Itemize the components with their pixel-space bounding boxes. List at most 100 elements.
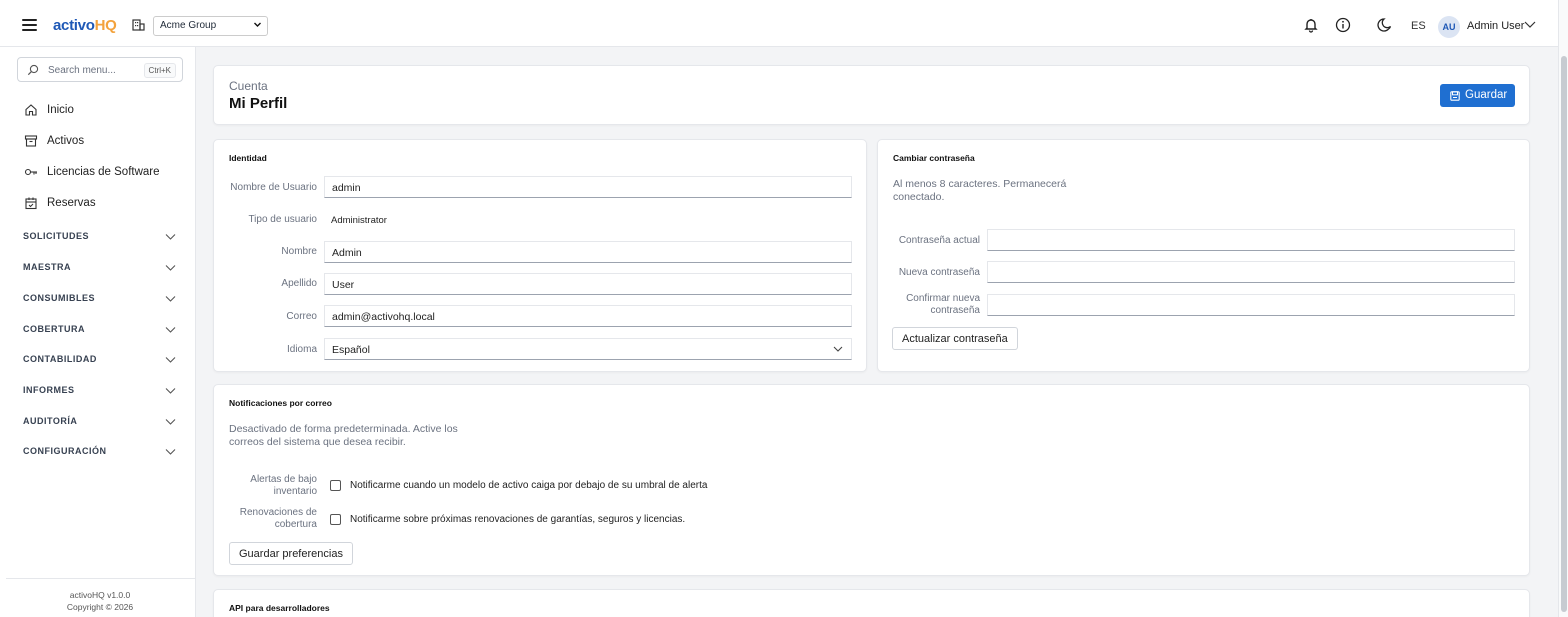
- page-header: Cuenta Mi Perfil Guardar: [213, 65, 1530, 125]
- lastname-field[interactable]: User: [324, 273, 852, 295]
- bell-icon[interactable]: [1303, 17, 1319, 33]
- sidebar-section-contabilidad[interactable]: CONTABILIDAD: [0, 350, 195, 370]
- sidebar: Search menu... Ctrl+K Inicio Activos Lic…: [0, 47, 196, 617]
- moon-icon[interactable]: [1377, 17, 1393, 33]
- sidebar-section-maestra[interactable]: MAESTRA: [0, 258, 195, 278]
- save-preferences-button[interactable]: Guardar preferencias: [229, 542, 353, 565]
- sidebar-section-solicitudes[interactable]: SOLICITUDES: [0, 227, 195, 247]
- copyright: Copyright © 2026: [66, 602, 134, 612]
- chevron-down-icon: [165, 419, 176, 425]
- language-toggle[interactable]: ES: [1411, 20, 1426, 32]
- language-select[interactable]: Español: [324, 338, 852, 360]
- organization-select[interactable]: Acme Group: [153, 16, 268, 36]
- coverage-checkbox[interactable]: [330, 514, 341, 525]
- scrollbar[interactable]: [1558, 0, 1568, 617]
- chevron-down-icon: [165, 449, 176, 455]
- search-shortcut-badge: Ctrl+K: [143, 63, 176, 78]
- confirm-password-label: Confirmar nueva contraseña: [906, 293, 980, 316]
- email-field[interactable]: admin@activohq.local: [324, 305, 852, 327]
- key-icon: [24, 168, 37, 176]
- avatar[interactable]: AU: [1438, 16, 1460, 38]
- calendar-icon: [25, 197, 37, 210]
- chevron-down-icon: [165, 357, 176, 363]
- current-password-field[interactable]: [987, 229, 1515, 251]
- firstname-field[interactable]: Admin: [324, 241, 852, 263]
- sidebar-item-licencias[interactable]: Licencias de Software: [0, 161, 195, 185]
- username-field[interactable]: admin: [324, 176, 852, 198]
- info-icon[interactable]: [1335, 17, 1351, 33]
- new-password-label: Nueva contraseña: [898, 267, 980, 278]
- sidebar-footer-divider: [6, 578, 195, 579]
- coverage-label: Renovaciones de cobertura: [239, 507, 317, 530]
- new-password-field[interactable]: [987, 261, 1515, 283]
- password-card: Cambiar contraseña Al menos 8 caracteres…: [877, 139, 1530, 372]
- scrollbar-thumb[interactable]: [1561, 56, 1567, 612]
- sidebar-item-label: Inicio: [47, 104, 74, 116]
- low-stock-checkbox[interactable]: [330, 480, 341, 491]
- save-button-label: Guardar: [1465, 89, 1508, 101]
- logo-text-part1: activo: [53, 17, 95, 34]
- usertype-value: Administrator: [331, 215, 387, 226]
- user-menu[interactable]: Admin User: [1467, 20, 1524, 32]
- sidebar-section-auditoria[interactable]: AUDITORÍA: [0, 412, 195, 432]
- low-stock-label: Alertas de bajo inventario: [250, 474, 317, 497]
- confirm-password-field[interactable]: [987, 294, 1515, 316]
- page-title: Mi Perfil: [229, 95, 288, 112]
- sidebar-item-label: Licencias de Software: [47, 166, 160, 178]
- api-card: API para desarrolladores: [213, 589, 1530, 617]
- sidebar-section-label: CONSUMIBLES: [23, 293, 96, 303]
- usertype-label: Tipo de usuario: [248, 214, 317, 225]
- sidebar-item-reservas[interactable]: Reservas: [0, 192, 195, 216]
- top-bar: activoHQ Acme Group ES AU Admin User: [0, 0, 1558, 47]
- notifications-card: Notificaciones por correo Desactivado de…: [213, 384, 1530, 576]
- sidebar-item-label: Activos: [47, 135, 85, 147]
- notifications-hint: Desactivado de forma predeterminada. Act…: [229, 423, 458, 448]
- lastname-label: Apellido: [281, 278, 317, 289]
- sidebar-section-informes[interactable]: INFORMES: [0, 381, 195, 401]
- search-placeholder: Search menu...: [48, 65, 116, 76]
- home-icon: [25, 104, 37, 116]
- sidebar-section-label: CONFIGURACIÓN: [23, 446, 107, 456]
- sidebar-section-label: MAESTRA: [23, 262, 71, 272]
- breadcrumb: Cuenta: [229, 79, 268, 93]
- sidebar-section-label: SOLICITUDES: [23, 231, 90, 241]
- sidebar-section-label: AUDITORÍA: [23, 416, 78, 426]
- password-hint: Al menos 8 caracteres. Permanecerá conec…: [893, 178, 1067, 203]
- organization-select-value: Acme Group: [160, 20, 217, 31]
- api-card-title: API para desarrolladores: [229, 603, 330, 613]
- search-input[interactable]: Search menu... Ctrl+K: [17, 57, 183, 82]
- sidebar-section-label: COBERTURA: [23, 324, 85, 334]
- identity-card-title: Identidad: [229, 153, 267, 163]
- sidebar-section-configuracion[interactable]: CONFIGURACIÓN: [0, 442, 195, 462]
- chevron-down-icon: [165, 388, 176, 394]
- logo-text-part2: HQ: [94, 17, 117, 34]
- chevron-down-icon: [165, 265, 176, 271]
- chevron-down-icon: [833, 346, 843, 352]
- chevron-down-icon[interactable]: [1524, 19, 1536, 29]
- chevron-down-icon: [165, 327, 176, 333]
- building-icon: [132, 19, 145, 31]
- update-password-button[interactable]: Actualizar contraseña: [892, 327, 1018, 350]
- app-version: activoHQ v1.0.0: [69, 590, 131, 600]
- sidebar-item-label: Reservas: [47, 197, 96, 209]
- sidebar-item-activos[interactable]: Activos: [0, 130, 195, 154]
- chevron-down-icon: [254, 22, 261, 27]
- chevron-down-icon: [165, 296, 176, 302]
- current-password-label: Contraseña actual: [898, 235, 980, 246]
- email-label: Correo: [286, 311, 317, 322]
- sidebar-item-inicio[interactable]: Inicio: [0, 99, 195, 123]
- low-stock-text: Notificarme cuando un modelo de activo c…: [350, 480, 708, 491]
- search-icon: [27, 64, 39, 76]
- sidebar-section-label: INFORMES: [23, 385, 75, 395]
- sidebar-section-cobertura[interactable]: COBERTURA: [0, 320, 195, 340]
- chevron-down-icon: [165, 234, 176, 240]
- archive-icon: [24, 135, 38, 147]
- sidebar-section-consumibles[interactable]: CONSUMIBLES: [0, 289, 195, 309]
- save-button[interactable]: Guardar: [1440, 84, 1515, 107]
- firstname-label: Nombre: [281, 246, 317, 257]
- logo[interactable]: activoHQ: [53, 17, 117, 34]
- identity-card: Identidad Nombre de Usuario admin Tipo d…: [213, 139, 867, 372]
- menu-icon[interactable]: [22, 19, 37, 31]
- language-label: Idioma: [286, 344, 317, 355]
- password-card-title: Cambiar contraseña: [893, 153, 975, 163]
